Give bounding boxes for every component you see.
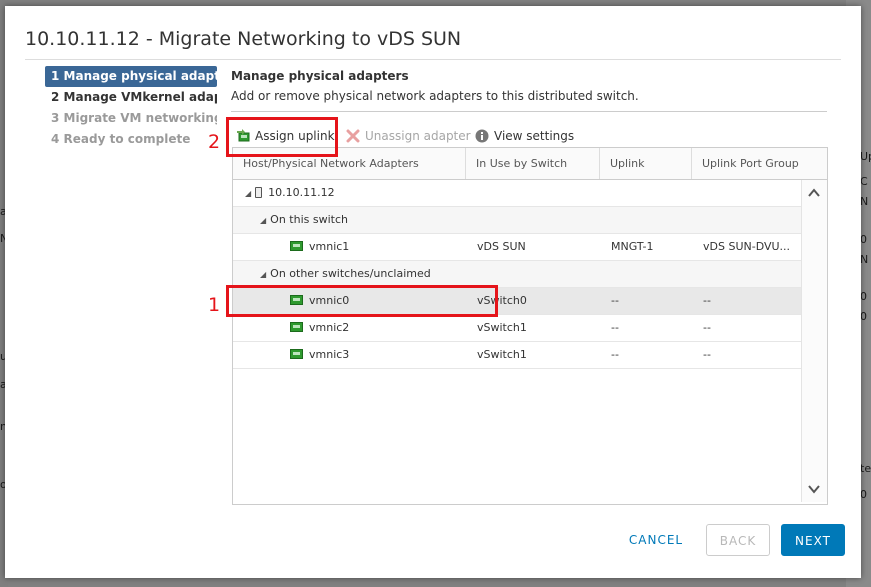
scroll-up-icon[interactable] xyxy=(807,186,821,200)
annotation-box-vmnic0 xyxy=(226,285,498,317)
bg-text: te xyxy=(860,462,871,475)
unassign-adapter-label: Unassign adapter xyxy=(365,129,471,143)
cancel-button[interactable]: CANCEL xyxy=(611,524,701,556)
grid-body: ◢ 10.10.11.12 ◢ On this switch vmnic1 vDS … xyxy=(233,180,801,502)
port-group-cell: -- xyxy=(703,348,711,361)
step-migrate-vm-networking: 3 Migrate VM networking xyxy=(51,111,217,125)
annotation-marker-2: 2 xyxy=(208,131,221,153)
network-adapter-icon xyxy=(290,322,303,332)
step-manage-physical-adapters[interactable]: 1 Manage physical adapters xyxy=(45,66,217,87)
switch-cell: vSwitch1 xyxy=(477,321,527,334)
view-settings-label: View settings xyxy=(494,129,575,143)
network-adapter-icon xyxy=(290,241,303,251)
bg-text: N xyxy=(860,195,869,208)
next-button[interactable]: NEXT xyxy=(781,524,845,556)
content-heading: Manage physical adapters xyxy=(231,69,409,83)
bg-text: 0 xyxy=(860,290,867,303)
back-button: BACK xyxy=(706,524,770,556)
host-row[interactable]: ◢ 10.10.11.12 xyxy=(233,180,801,207)
group-row-this-switch[interactable]: ◢ On this switch xyxy=(233,207,801,234)
bg-text: Up xyxy=(860,150,871,163)
step-ready-to-complete: 4 Ready to complete xyxy=(51,132,191,146)
network-adapter-icon xyxy=(290,349,303,359)
title-divider xyxy=(25,59,841,60)
info-icon xyxy=(475,129,489,143)
adapter-name: vmnic3 xyxy=(309,348,350,361)
annotation-box-assign-uplink xyxy=(226,117,338,157)
adapter-name: vmnic1 xyxy=(309,240,350,253)
port-group-cell: -- xyxy=(703,294,711,307)
dialog-title: 10.10.11.12 - Migrate Networking to vDS … xyxy=(25,28,462,50)
group-label: On other switches/unclaimed xyxy=(270,267,431,280)
content-description: Add or remove physical network adapters … xyxy=(231,89,639,103)
uplink-cell: -- xyxy=(611,294,619,307)
bg-text: 0 xyxy=(860,488,867,501)
remove-x-icon xyxy=(346,129,360,143)
column-header-uplink[interactable]: Uplink xyxy=(600,148,692,179)
collapse-triangle-icon[interactable]: ◢ xyxy=(245,181,251,207)
uplink-cell: -- xyxy=(611,348,619,361)
host-name: 10.10.11.12 xyxy=(268,186,335,199)
scroll-down-icon[interactable] xyxy=(807,482,821,496)
step-manage-vmkernel-adapters[interactable]: 2 Manage VMkernel adapt... xyxy=(45,87,217,108)
port-group-cell: -- xyxy=(703,321,711,334)
adapter-row-vmnic1[interactable]: vmnic1 vDS SUN MNGT-1 vDS SUN-DVU... xyxy=(233,234,801,261)
bg-text: 0 xyxy=(860,233,867,246)
wizard-steps: 1 Manage physical adapters 2 Manage VMke… xyxy=(45,66,217,150)
group-label: On this switch xyxy=(270,213,348,226)
host-icon xyxy=(255,187,263,198)
adapter-name: vmnic2 xyxy=(309,321,350,334)
bg-text: 0 xyxy=(860,310,867,323)
adapter-row-vmnic2[interactable]: vmnic2 vSwitch1 -- -- xyxy=(233,315,801,342)
adapter-row-vmnic3[interactable]: vmnic3 vSwitch1 -- -- xyxy=(233,342,801,369)
bg-text: N xyxy=(860,253,869,266)
collapse-triangle-icon[interactable]: ◢ xyxy=(260,208,266,234)
unassign-adapter-button[interactable]: Unassign adapter xyxy=(346,126,471,146)
view-settings-button[interactable]: View settings xyxy=(475,126,574,146)
annotation-marker-1: 1 xyxy=(208,294,221,316)
column-header-in-use-by-switch[interactable]: In Use by Switch xyxy=(466,148,600,179)
grid-scrollbar[interactable] xyxy=(801,180,827,502)
group-row-other-switches[interactable]: ◢ On other switches/unclaimed xyxy=(233,261,801,288)
uplink-cell: MNGT-1 xyxy=(611,240,654,253)
content-header: Manage physical adapters Add or remove p… xyxy=(231,66,827,112)
port-group-cell: vDS SUN-DVU... xyxy=(703,240,791,253)
adapter-grid: Host/Physical Network Adapters In Use by… xyxy=(232,147,828,505)
uplink-cell: -- xyxy=(611,321,619,334)
column-header-uplink-port-group[interactable]: Uplink Port Group xyxy=(692,148,827,179)
content-divider xyxy=(231,111,827,112)
switch-cell: vSwitch1 xyxy=(477,348,527,361)
bg-text: C xyxy=(860,175,868,188)
switch-cell: vDS SUN xyxy=(477,240,526,253)
